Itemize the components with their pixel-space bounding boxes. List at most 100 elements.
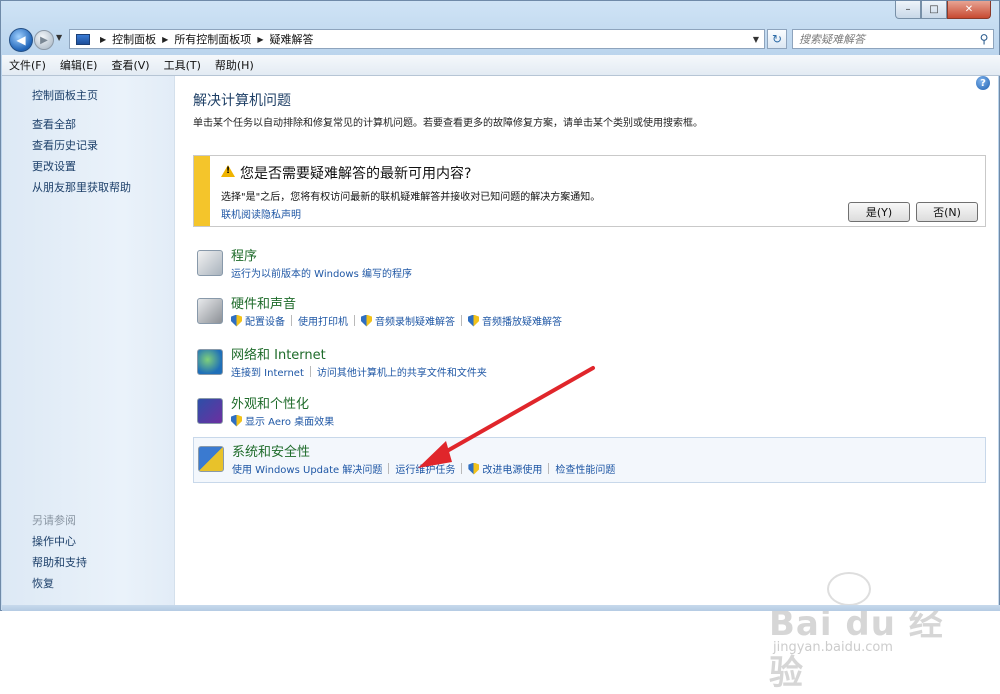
category-network-internet: 网络和 Internet 连接到 Internet 访问其他计算机上的共享文件和… bbox=[193, 341, 986, 387]
yes-button[interactable]: 是(Y) bbox=[848, 202, 910, 222]
shield-icon bbox=[231, 314, 242, 327]
task-link[interactable]: 使用打印机 bbox=[298, 313, 348, 328]
category-links: 运行为以前版本的 Windows 编写的程序 bbox=[231, 265, 412, 280]
sidebar-item-view-all[interactable]: 查看全部 bbox=[32, 116, 76, 132]
task-link[interactable]: 运行维护任务 bbox=[395, 461, 455, 476]
task-link-label: 显示 Aero 桌面效果 bbox=[245, 417, 335, 428]
task-link[interactable]: 音频播放疑难解答 bbox=[468, 313, 562, 328]
category-hardware-sound: 硬件和声音 配置设备 使用打印机 音频录制疑难解答 音频播放疑难解答 bbox=[193, 290, 986, 336]
shield-icon bbox=[231, 414, 242, 427]
divider bbox=[388, 463, 390, 474]
refresh-icon: ↻ bbox=[771, 32, 783, 46]
programs-icon bbox=[197, 250, 223, 276]
divider bbox=[461, 463, 463, 474]
breadcrumb-control-panel[interactable]: 控制面板 bbox=[112, 31, 156, 47]
update-notice: ! 您是否需要疑难解答的最新可用内容? 选择"是"之后，您将有权访问最新的联机疑… bbox=[193, 155, 986, 227]
sidebar-item-home[interactable]: 控制面板主页 bbox=[32, 87, 98, 103]
menu-help[interactable]: 帮助(H) bbox=[208, 57, 261, 73]
divider bbox=[291, 315, 292, 326]
no-button[interactable]: 否(N) bbox=[916, 202, 978, 222]
category-title[interactable]: 外观和个性化 bbox=[231, 393, 309, 412]
window-bottom-border bbox=[2, 605, 1000, 611]
divider bbox=[461, 315, 462, 326]
search-icon[interactable]: ⚲ bbox=[975, 32, 993, 46]
page-description: 单击某个任务以自动排除和修复常见的计算机问题。若要查看更多的故障修复方案，请单击… bbox=[193, 118, 703, 129]
recent-pages-dropdown[interactable]: ▼ bbox=[56, 33, 62, 42]
caption-buttons: – □ ✕ bbox=[895, 1, 991, 19]
shield-icon bbox=[468, 314, 479, 327]
page-title: 解决计算机问题 bbox=[193, 93, 291, 109]
minimize-button[interactable]: – bbox=[895, 1, 921, 19]
refresh-button[interactable]: ↻ bbox=[767, 29, 787, 49]
chevron-right-icon[interactable]: ▶ bbox=[162, 35, 168, 44]
divider bbox=[309, 366, 311, 377]
content-area: 控制面板主页 查看全部 查看历史记录 更改设置 从朋友那里获取帮助 另请参阅 操… bbox=[2, 76, 998, 693]
warning-icon: ! bbox=[221, 165, 235, 177]
task-link-label: 配置设备 bbox=[245, 317, 285, 328]
arrow-left-icon: ◀ bbox=[16, 33, 26, 47]
divider bbox=[548, 463, 550, 474]
task-link[interactable]: 访问其他计算机上的共享文件和文件夹 bbox=[317, 364, 487, 379]
watermark-url: jingyan.baidu.com bbox=[773, 640, 893, 655]
chevron-right-icon[interactable]: ▶ bbox=[257, 35, 263, 44]
category-programs: 程序 运行为以前版本的 Windows 编写的程序 bbox=[193, 242, 986, 288]
forward-button[interactable]: ▶ bbox=[34, 30, 54, 50]
category-title[interactable]: 硬件和声音 bbox=[231, 293, 296, 312]
menu-bar: 文件(F) 编辑(E) 查看(V) 工具(T) 帮助(H) bbox=[2, 55, 1000, 76]
task-link[interactable]: 运行为以前版本的 Windows 编写的程序 bbox=[231, 265, 412, 280]
shield-icon bbox=[361, 314, 372, 327]
address-bar[interactable]: ▶ 控制面板 ▶ 所有控制面板项 ▶ 疑难解答 ▼ bbox=[69, 29, 765, 49]
chevron-down-icon[interactable]: ▼ bbox=[748, 35, 764, 44]
category-links: 配置设备 使用打印机 音频录制疑难解答 音频播放疑难解答 bbox=[231, 313, 562, 328]
task-link[interactable]: 使用 Windows Update 解决问题 bbox=[232, 461, 382, 476]
breadcrumb-troubleshooting[interactable]: 疑难解答 bbox=[269, 31, 313, 47]
notice-text: 选择"是"之后，您将有权访问最新的联机疑难解答并接收对已知问题的解决方案通知。 bbox=[221, 192, 601, 203]
globe-icon bbox=[197, 349, 223, 375]
notice-accent-bar bbox=[194, 156, 210, 226]
task-link[interactable]: 改进电源使用 bbox=[468, 461, 542, 476]
control-panel-icon bbox=[76, 33, 90, 45]
printer-icon bbox=[197, 298, 223, 324]
sidebar-item-recovery[interactable]: 恢复 bbox=[32, 575, 54, 591]
menu-tools[interactable]: 工具(T) bbox=[157, 57, 208, 73]
security-shield-icon bbox=[198, 446, 224, 472]
breadcrumb-all-items[interactable]: 所有控制面板项 bbox=[174, 31, 251, 47]
menu-file[interactable]: 文件(F) bbox=[2, 57, 53, 73]
help-icon[interactable]: ? bbox=[976, 76, 990, 90]
search-input[interactable]: 搜索疑难解答 bbox=[793, 31, 975, 47]
personalization-icon bbox=[197, 398, 223, 424]
control-panel-window: – □ ✕ ◀ ▶ ▼ ▶ 控制面板 ▶ 所有控制面板项 ▶ 疑难解答 ▼ ↻ … bbox=[0, 0, 1000, 693]
notice-title: 您是否需要疑难解答的最新可用内容? bbox=[240, 166, 472, 182]
category-appearance: 外观和个性化 显示 Aero 桌面效果 bbox=[193, 390, 986, 436]
close-button[interactable]: ✕ bbox=[947, 1, 991, 19]
task-link[interactable]: 音频录制疑难解答 bbox=[361, 313, 455, 328]
back-button[interactable]: ◀ bbox=[9, 28, 33, 52]
navigation-row: ◀ ▶ ▼ ▶ 控制面板 ▶ 所有控制面板项 ▶ 疑难解答 ▼ ↻ 搜索疑难解答… bbox=[1, 25, 1000, 53]
baidu-watermark: Bai du 经验 jingyan.baidu.com bbox=[757, 566, 967, 693]
task-link[interactable]: 显示 Aero 桌面效果 bbox=[231, 413, 334, 428]
sidebar-item-get-help[interactable]: 从朋友那里获取帮助 bbox=[32, 179, 131, 195]
category-title[interactable]: 系统和安全性 bbox=[232, 441, 310, 460]
sidebar-item-action-center[interactable]: 操作中心 bbox=[32, 533, 76, 549]
task-link[interactable]: 连接到 Internet bbox=[231, 364, 304, 379]
divider bbox=[354, 315, 355, 326]
category-links: 使用 Windows Update 解决问题 运行维护任务 改进电源使用 检查性… bbox=[232, 461, 615, 476]
sidebar-item-change-settings[interactable]: 更改设置 bbox=[32, 158, 76, 174]
task-link-label: 改进电源使用 bbox=[482, 465, 543, 476]
sidebar-item-help-support[interactable]: 帮助和支持 bbox=[32, 554, 87, 570]
maximize-button[interactable]: □ bbox=[921, 1, 947, 19]
task-link[interactable]: 配置设备 bbox=[231, 313, 285, 328]
task-link[interactable]: 检查性能问题 bbox=[555, 461, 615, 476]
sidebar-item-history[interactable]: 查看历史记录 bbox=[32, 137, 98, 153]
menu-edit[interactable]: 编辑(E) bbox=[53, 57, 105, 73]
category-links: 显示 Aero 桌面效果 bbox=[231, 413, 334, 428]
privacy-link[interactable]: 联机阅读隐私声明 bbox=[221, 206, 301, 221]
see-also-heading: 另请参阅 bbox=[32, 514, 76, 527]
menu-view[interactable]: 查看(V) bbox=[104, 57, 156, 73]
search-box[interactable]: 搜索疑难解答 ⚲ bbox=[792, 29, 994, 49]
category-title[interactable]: 网络和 Internet bbox=[231, 344, 326, 363]
category-title[interactable]: 程序 bbox=[231, 245, 257, 264]
arrow-right-icon: ▶ bbox=[40, 34, 48, 46]
chevron-right-icon[interactable]: ▶ bbox=[100, 35, 106, 44]
task-link-label: 音频播放疑难解答 bbox=[482, 317, 562, 328]
